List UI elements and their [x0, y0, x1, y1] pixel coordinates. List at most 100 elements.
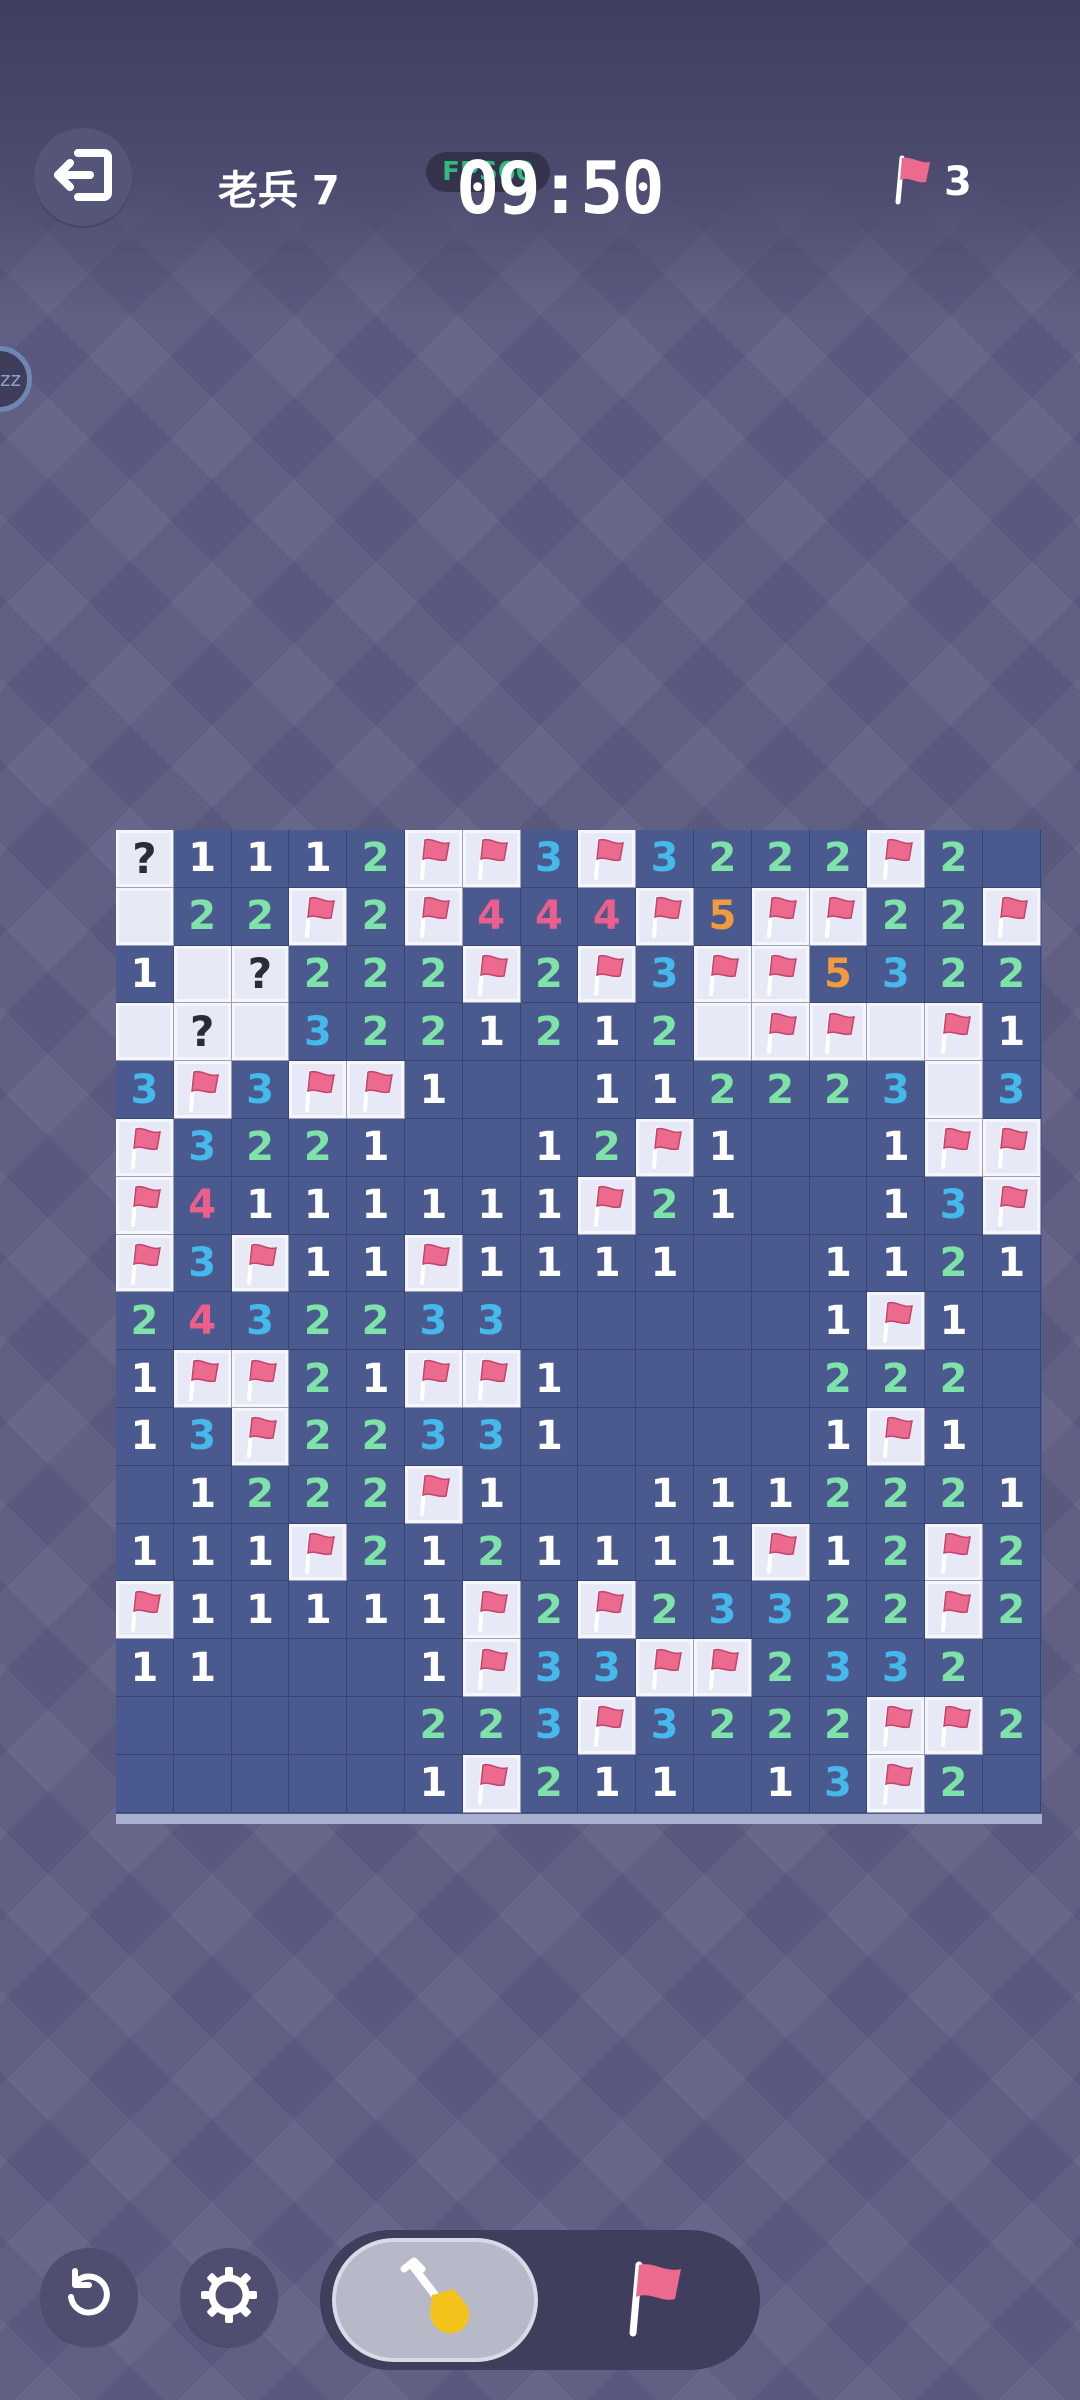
unopened-cell[interactable] — [693, 1003, 752, 1062]
flagged-cell[interactable] — [982, 1118, 1041, 1177]
empty-cell[interactable] — [520, 1465, 579, 1524]
number-cell[interactable]: 1 — [520, 1407, 579, 1466]
number-cell[interactable]: 1 — [982, 1465, 1041, 1524]
number-cell[interactable]: 2 — [231, 887, 290, 946]
number-cell[interactable]: 1 — [404, 1523, 463, 1582]
flagged-cell[interactable] — [231, 1407, 290, 1466]
number-cell[interactable]: 2 — [231, 1465, 290, 1524]
flagged-cell[interactable] — [636, 1118, 694, 1177]
empty-cell[interactable] — [751, 1118, 810, 1177]
empty-cell[interactable] — [693, 1234, 752, 1293]
flagged-cell[interactable] — [231, 1350, 290, 1408]
number-cell[interactable]: 1 — [173, 1581, 232, 1640]
flagged-cell[interactable] — [925, 1118, 983, 1177]
flagged-cell[interactable] — [751, 887, 810, 946]
number-cell[interactable]: 3 — [578, 1639, 637, 1697]
number-cell[interactable]: 3 — [289, 1003, 348, 1062]
number-cell[interactable]: 1 — [116, 1523, 174, 1582]
number-cell[interactable]: 2 — [867, 1581, 926, 1640]
number-cell[interactable]: 1 — [578, 1754, 637, 1813]
number-cell[interactable]: 3 — [636, 830, 694, 888]
number-cell[interactable]: 3 — [520, 1696, 579, 1755]
number-cell[interactable]: 4 — [173, 1292, 232, 1351]
number-cell[interactable]: 2 — [347, 1465, 405, 1524]
flagged-cell[interactable] — [289, 887, 348, 946]
flagged-cell[interactable] — [982, 887, 1041, 946]
number-cell[interactable]: 2 — [636, 1581, 694, 1640]
number-cell[interactable]: 1 — [231, 1581, 290, 1640]
empty-cell[interactable] — [982, 1754, 1041, 1813]
number-cell[interactable]: 1 — [809, 1523, 868, 1582]
empty-cell[interactable] — [982, 1639, 1041, 1697]
flagged-cell[interactable] — [462, 1350, 521, 1408]
number-cell[interactable]: 2 — [809, 830, 868, 888]
number-cell[interactable]: 2 — [809, 1465, 868, 1524]
number-cell[interactable]: 3 — [867, 1061, 926, 1119]
empty-cell[interactable] — [347, 1639, 405, 1697]
empty-cell[interactable] — [173, 1696, 232, 1755]
number-cell[interactable]: 1 — [636, 1465, 694, 1524]
number-cell[interactable]: 2 — [289, 945, 348, 1004]
flagged-cell[interactable] — [982, 1176, 1041, 1235]
number-cell[interactable]: 2 — [693, 1061, 752, 1119]
flagged-cell[interactable] — [116, 1234, 174, 1293]
empty-cell[interactable] — [289, 1754, 348, 1813]
number-cell[interactable]: 2 — [116, 1292, 174, 1351]
flagged-cell[interactable] — [462, 945, 521, 1004]
number-cell[interactable]: 1 — [289, 830, 348, 888]
number-cell[interactable]: 1 — [982, 1234, 1041, 1293]
number-cell[interactable]: 3 — [520, 1639, 579, 1697]
flagged-cell[interactable] — [809, 887, 868, 946]
number-cell[interactable]: 2 — [347, 1003, 405, 1062]
number-cell[interactable]: 3 — [867, 1639, 926, 1697]
empty-cell[interactable] — [693, 1754, 752, 1813]
number-cell[interactable]: 2 — [867, 1523, 926, 1582]
number-cell[interactable]: 1 — [636, 1523, 694, 1582]
empty-cell[interactable] — [289, 1639, 348, 1697]
empty-cell[interactable] — [578, 1292, 637, 1351]
flagged-cell[interactable] — [578, 830, 637, 888]
number-cell[interactable]: 3 — [116, 1061, 174, 1119]
flagged-cell[interactable] — [289, 1061, 348, 1119]
empty-cell[interactable] — [231, 1639, 290, 1697]
flagged-cell[interactable] — [809, 1003, 868, 1062]
number-cell[interactable]: 4 — [462, 887, 521, 946]
number-cell[interactable]: 2 — [404, 1003, 463, 1062]
empty-cell[interactable] — [520, 1061, 579, 1119]
number-cell[interactable]: 1 — [289, 1234, 348, 1293]
flag-mode-button[interactable] — [560, 2238, 750, 2362]
number-cell[interactable]: 1 — [867, 1176, 926, 1235]
empty-cell[interactable] — [982, 1292, 1041, 1351]
flagged-cell[interactable] — [925, 1523, 983, 1582]
flagged-cell[interactable] — [578, 945, 637, 1004]
number-cell[interactable]: 1 — [751, 1754, 810, 1813]
empty-cell[interactable] — [809, 1118, 868, 1177]
number-cell[interactable]: 4 — [520, 887, 579, 946]
number-cell[interactable]: 2 — [925, 1234, 983, 1293]
number-cell[interactable]: 2 — [347, 945, 405, 1004]
number-cell[interactable]: 1 — [462, 1176, 521, 1235]
empty-cell[interactable] — [173, 1754, 232, 1813]
number-cell[interactable]: 1 — [116, 1407, 174, 1466]
empty-cell[interactable] — [116, 1754, 174, 1813]
number-cell[interactable]: 2 — [520, 945, 579, 1004]
number-cell[interactable]: 3 — [231, 1061, 290, 1119]
number-cell[interactable]: 2 — [347, 1292, 405, 1351]
number-cell[interactable]: 3 — [462, 1407, 521, 1466]
flagged-cell[interactable] — [925, 1003, 983, 1062]
number-cell[interactable]: 1 — [116, 1639, 174, 1697]
number-cell[interactable]: 3 — [809, 1754, 868, 1813]
number-cell[interactable]: 1 — [347, 1176, 405, 1235]
empty-cell[interactable] — [982, 830, 1041, 888]
number-cell[interactable]: 1 — [636, 1754, 694, 1813]
empty-cell[interactable] — [982, 1407, 1041, 1466]
number-cell[interactable]: 2 — [231, 1118, 290, 1177]
empty-cell[interactable] — [578, 1465, 637, 1524]
number-cell[interactable]: 1 — [116, 1350, 174, 1408]
number-cell[interactable]: 1 — [578, 1003, 637, 1062]
number-cell[interactable]: 1 — [289, 1176, 348, 1235]
flagged-cell[interactable] — [867, 1292, 926, 1351]
empty-cell[interactable] — [347, 1696, 405, 1755]
number-cell[interactable]: 1 — [636, 1061, 694, 1119]
empty-cell[interactable] — [636, 1292, 694, 1351]
